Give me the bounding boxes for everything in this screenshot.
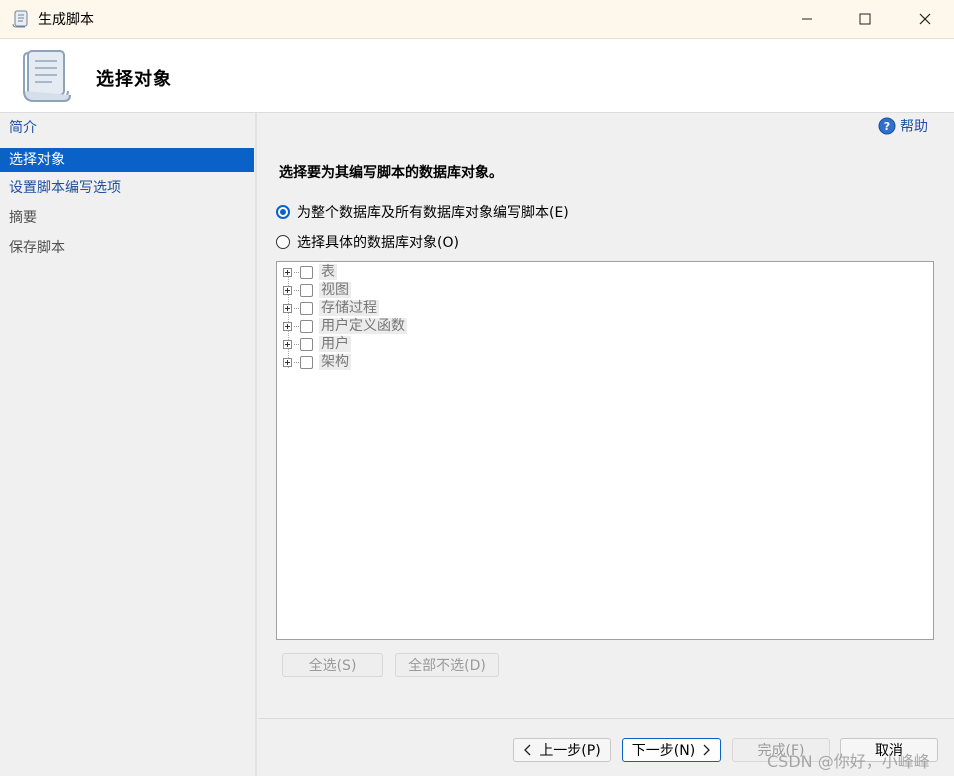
tree-item[interactable]: 存储过程 <box>283 299 379 317</box>
tree-item-label: 用户定义函数 <box>319 318 407 334</box>
close-icon <box>919 13 931 25</box>
tree-checkbox[interactable] <box>300 301 313 315</box>
radio-specific-objects-label: 选择具体的数据库对象(O) <box>297 235 459 251</box>
tree-item-label: 用户 <box>319 336 351 352</box>
deselect-all-button[interactable]: 全部不选(D) <box>395 653 499 677</box>
tree-item-label: 表 <box>319 264 337 280</box>
sidebar-item-script-options[interactable]: 设置脚本编写选项 <box>0 176 254 200</box>
previous-button[interactable]: 上一步(P) <box>513 738 611 762</box>
expand-icon[interactable] <box>283 285 292 295</box>
tree-item[interactable]: 用户定义函数 <box>283 317 407 335</box>
tree-item-label: 架构 <box>319 354 351 370</box>
next-button[interactable]: 下一步(N) <box>622 738 721 762</box>
sidebar-item-intro[interactable]: 简介 <box>0 116 254 140</box>
sidebar-item-summary: 摘要 <box>9 210 37 226</box>
radio-specific-objects-indicator[interactable] <box>276 235 290 249</box>
chevron-right-icon <box>703 744 711 756</box>
minimize-button[interactable] <box>778 0 836 38</box>
sidebar: 简介 选择对象 设置脚本编写选项 摘要 保存脚本 <box>0 113 257 776</box>
help-label: 帮助 <box>900 119 928 135</box>
maximize-icon <box>859 13 871 25</box>
tree-item[interactable]: 表 <box>283 263 337 281</box>
object-tree[interactable]: 表 视图 存储过程 用户定义函数 用户 架构 <box>276 261 934 640</box>
next-button-label: 下一步(N) <box>631 743 696 759</box>
tree-item-label: 视图 <box>319 282 351 298</box>
page-title: 选择对象 <box>96 69 172 90</box>
tree-item[interactable]: 视图 <box>283 281 351 299</box>
expand-icon[interactable] <box>283 303 292 313</box>
window-title: 生成脚本 <box>38 12 94 28</box>
title-bar: 生成脚本 <box>0 0 954 39</box>
tree-checkbox[interactable] <box>300 355 313 369</box>
tree-checkbox[interactable] <box>300 283 313 297</box>
sidebar-item-select-objects[interactable]: 选择对象 <box>0 148 254 172</box>
chevron-left-icon <box>524 744 531 756</box>
instruction-text: 选择要为其编写脚本的数据库对象。 <box>279 165 503 181</box>
tree-item[interactable]: 架构 <box>283 353 351 371</box>
expand-icon[interactable] <box>283 339 292 349</box>
scroll-icon <box>23 50 71 102</box>
help-icon: ? <box>878 117 896 135</box>
radio-entire-database-label: 为整个数据库及所有数据库对象编写脚本(E) <box>297 205 569 221</box>
radio-entire-database[interactable]: 为整个数据库及所有数据库对象编写脚本(E) <box>276 202 569 222</box>
maximize-button[interactable] <box>836 0 894 38</box>
page-header: 选择对象 <box>0 39 954 113</box>
help-link[interactable]: ? 帮助 <box>878 116 928 136</box>
footer-divider <box>258 718 954 719</box>
expand-icon[interactable] <box>283 321 292 331</box>
close-button[interactable] <box>896 0 954 38</box>
radio-specific-objects[interactable]: 选择具体的数据库对象(O) <box>276 232 459 252</box>
tree-item[interactable]: 用户 <box>283 335 351 353</box>
expand-icon[interactable] <box>283 357 292 367</box>
tree-checkbox[interactable] <box>300 265 313 279</box>
main-panel: ? 帮助 选择要为其编写脚本的数据库对象。 为整个数据库及所有数据库对象编写脚本… <box>258 113 954 776</box>
tree-checkbox[interactable] <box>300 319 313 333</box>
sidebar-item-save-script: 保存脚本 <box>9 240 65 256</box>
minimize-icon <box>802 18 812 20</box>
expand-icon[interactable] <box>283 267 292 277</box>
watermark: CSDN @你好，小峰峰 <box>767 752 930 771</box>
radio-entire-database-indicator[interactable] <box>276 205 290 219</box>
svg-text:?: ? <box>884 120 890 133</box>
previous-button-label: 上一步(P) <box>539 743 601 759</box>
select-all-button[interactable]: 全选(S) <box>282 653 383 677</box>
tree-item-label: 存储过程 <box>319 300 379 316</box>
script-icon <box>12 10 28 28</box>
tree-checkbox[interactable] <box>300 337 313 351</box>
